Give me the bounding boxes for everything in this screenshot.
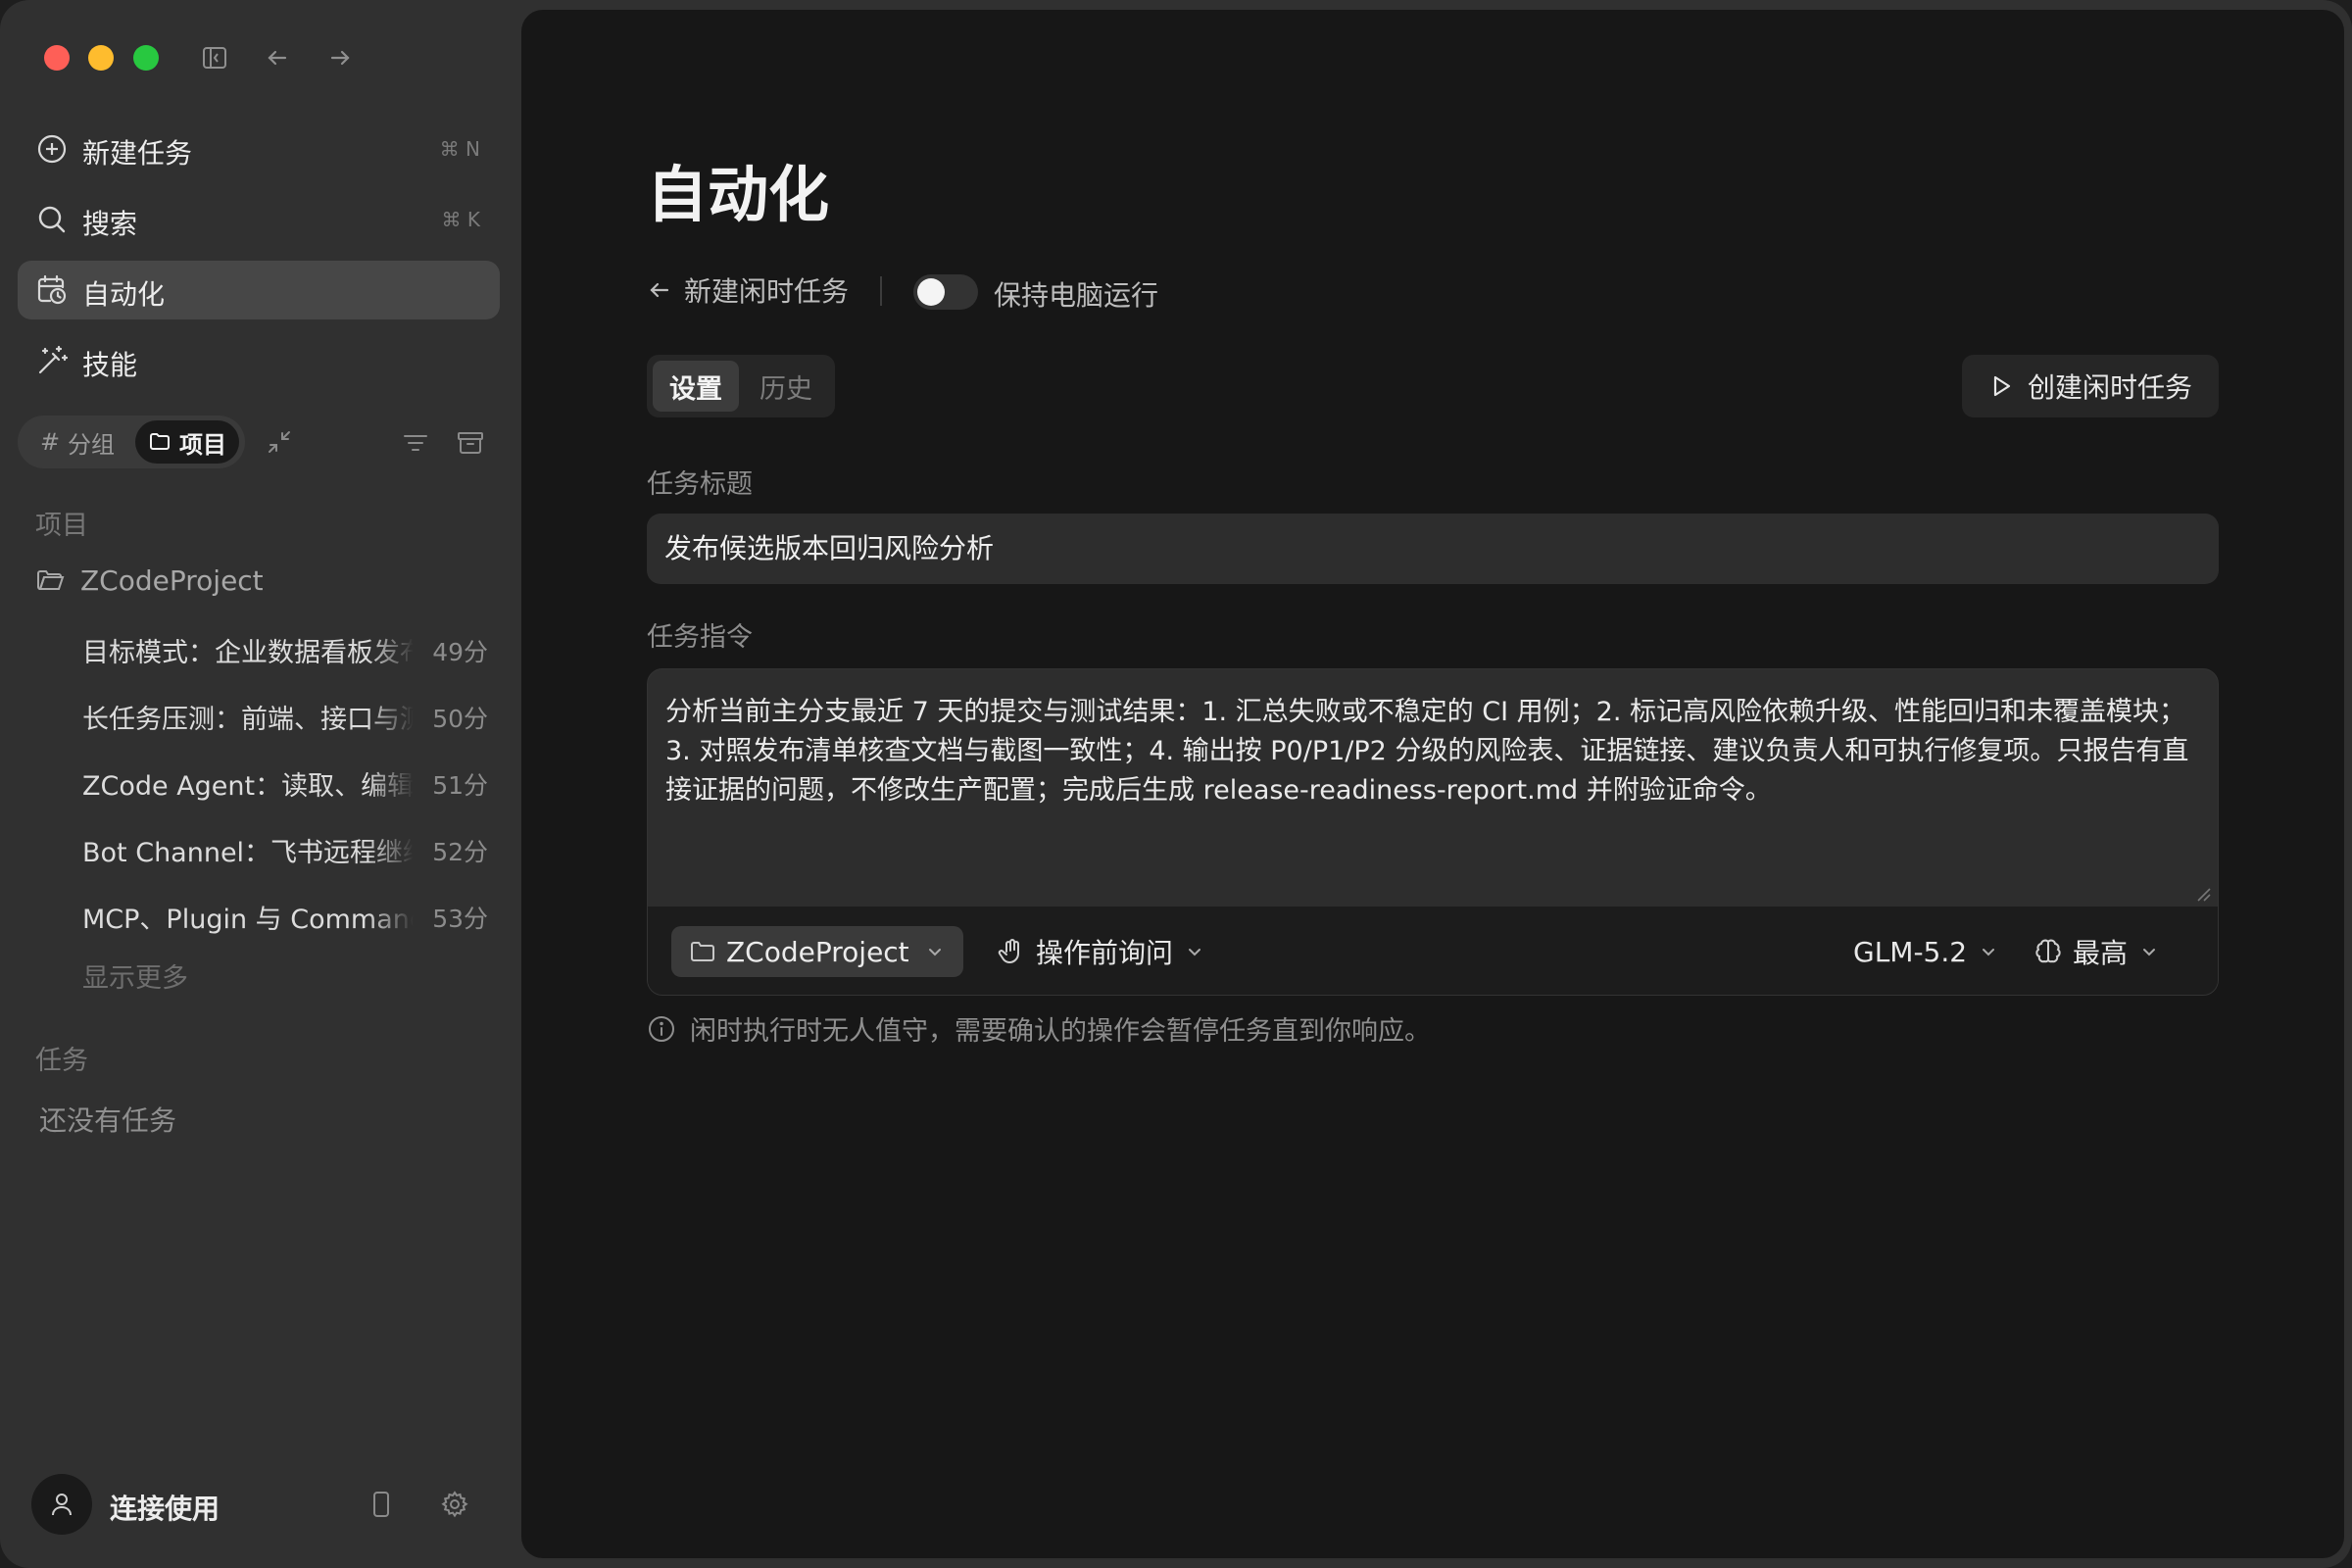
nav-label: 搜索: [82, 208, 138, 240]
minimize-window-button[interactable]: [88, 45, 114, 71]
user-label[interactable]: 连接使用: [110, 1488, 220, 1527]
plus-circle-icon: [37, 134, 67, 164]
effort-select[interactable]: 最高: [2034, 926, 2159, 977]
list-item-age: 53分: [432, 905, 488, 933]
instruction-label: 任务指令: [647, 622, 753, 653]
list-item[interactable]: MCP、Plugin 与 Command 集成 53分: [82, 898, 492, 937]
tab-settings[interactable]: 设置: [653, 361, 739, 412]
permission-select[interactable]: 操作前询问: [997, 926, 1204, 977]
keep-awake-label: 保持电脑运行: [994, 279, 1159, 312]
folder-name: ZCodeProject: [80, 564, 264, 597]
project-select[interactable]: ZCodeProject: [671, 926, 963, 977]
list-item-age: 51分: [432, 771, 488, 800]
list-item-age: 50分: [432, 705, 488, 733]
sidebar: 新建任务 ⌘ N 搜索 ⌘ K 自动化 技能 # 分组 项目 项目 ZCodeP…: [0, 0, 519, 1568]
list-item-title: Bot Channel：飞书远程继续会话: [82, 838, 414, 868]
toggle-knob: [917, 278, 945, 306]
chevron-down-icon: [1189, 949, 1201, 956]
brain-icon: [2035, 939, 2061, 963]
chevron-down-icon: [1983, 949, 1995, 956]
page-title: 自动化: [647, 159, 830, 230]
view-segmented-control: # 分组 项目: [18, 416, 245, 468]
create-idle-task-button[interactable]: 创建闲时任务: [1962, 355, 2219, 417]
project-select-value: ZCodeProject: [726, 935, 909, 968]
list-item-age: 49分: [432, 638, 488, 666]
search-icon: [38, 206, 66, 233]
user-icon: [52, 1494, 72, 1516]
effort-select-value: 最高: [2073, 937, 2129, 969]
app-window: 新建任务 ⌘ N 搜索 ⌘ K 自动化 技能 # 分组 项目 项目 ZCodeP…: [0, 0, 2352, 1568]
list-item-title: 目标模式：企业数据看板发布: [82, 638, 414, 668]
back-link-label: 新建闲时任务: [684, 275, 850, 308]
project-folder[interactable]: ZCodeProject: [35, 561, 264, 600]
model-select[interactable]: GLM-5.2: [1853, 926, 1998, 977]
resize-grip-icon[interactable]: [2192, 883, 2212, 903]
folder-open-icon: [37, 570, 65, 591]
instruction-textarea[interactable]: 分析当前主分支最近 7 天的提交与测试结果：1. 汇总失败或不稳定的 CI 用例…: [648, 669, 2218, 906]
chevron-down-icon: [928, 949, 941, 956]
nav-new-task[interactable]: 新建任务 ⌘ N: [18, 120, 500, 178]
segment-group-label: 分组: [68, 430, 116, 459]
back-arrow-icon: [650, 282, 669, 298]
task-title-input[interactable]: 发布候选版本回归风险分析: [647, 514, 2219, 584]
keep-awake-toggle[interactable]: [913, 274, 978, 310]
tasks-empty-text: 还没有任务: [39, 1104, 177, 1137]
zoom-window-button[interactable]: [133, 45, 159, 71]
forward-arrow-icon[interactable]: [323, 41, 357, 74]
back-arrow-icon[interactable]: [261, 41, 294, 74]
tab-bar: 设置 历史: [647, 355, 835, 417]
calendar-clock-icon: [37, 274, 67, 305]
permission-select-value: 操作前询问: [1036, 937, 1174, 969]
collapse-icon[interactable]: [265, 427, 294, 457]
list-item-title: ZCode Agent：读取、编辑与运行: [82, 771, 414, 802]
info-icon: [649, 1015, 674, 1042]
list-item[interactable]: 长任务压测：前端、接口与测试 50分: [82, 698, 492, 737]
list-item-title: MCP、Plugin 与 Command 集成: [82, 905, 414, 935]
note-text: 闲时执行时无人值守，需要确认的操作会暂停任务直到你响应。: [690, 1016, 1431, 1047]
instruction-toolbar: ZCodeProject 操作前询问 GLM-5.2 最高: [648, 906, 2218, 995]
segment-project-label: 项目: [179, 430, 226, 459]
segment-project[interactable]: 项目: [135, 420, 239, 464]
nav-search[interactable]: 搜索 ⌘ K: [18, 190, 500, 249]
model-select-value: GLM-5.2: [1853, 935, 1968, 968]
nav-skills[interactable]: 技能: [18, 331, 500, 390]
hash-icon: #: [39, 428, 61, 456]
nav-label: 技能: [82, 349, 138, 381]
nav-automation[interactable]: 自动化: [18, 261, 500, 319]
archive-icon[interactable]: [456, 428, 485, 458]
tab-history[interactable]: 历史: [743, 361, 829, 412]
gear-icon[interactable]: [440, 1490, 469, 1519]
show-more-link[interactable]: 显示更多: [82, 956, 188, 995]
list-item[interactable]: ZCode Agent：读取、编辑与运行 51分: [82, 764, 492, 804]
folder-icon: [691, 942, 714, 961]
main-panel: 自动化 新建闲时任务 保持电脑运行 设置 历史 创建闲时任务 任务标题 发布候选…: [521, 10, 2344, 1558]
hand-icon: [998, 939, 1019, 963]
projects-heading: 项目: [35, 511, 88, 541]
shortcut-hint: ⌘ N: [439, 137, 480, 161]
play-icon: [1993, 375, 2011, 397]
sidebar-toggle-icon[interactable]: [198, 41, 231, 74]
nav-label: 新建任务: [82, 137, 193, 170]
avatar[interactable]: [31, 1474, 92, 1535]
magic-wand-icon: [38, 345, 69, 374]
list-item[interactable]: 目标模式：企业数据看板发布 49分: [82, 631, 492, 670]
list-item-age: 52分: [432, 838, 488, 866]
tasks-heading: 任务: [35, 1046, 88, 1076]
shortcut-hint: ⌘ K: [441, 208, 480, 231]
divider: [880, 276, 882, 306]
filter-icon[interactable]: [401, 428, 430, 458]
list-item-title: 长任务压测：前端、接口与测试: [82, 705, 414, 735]
back-to-new-idle-task[interactable]: 新建闲时任务: [647, 270, 849, 310]
segment-group[interactable]: # 分组: [24, 420, 131, 464]
create-button-label: 创建闲时任务: [2027, 371, 2192, 404]
instruction-box: 分析当前主分支最近 7 天的提交与测试结果：1. 汇总失败或不稳定的 CI 用例…: [647, 668, 2219, 996]
chevron-down-icon: [2143, 949, 2156, 956]
phone-icon[interactable]: [367, 1490, 396, 1519]
nav-label: 自动化: [82, 278, 166, 311]
close-window-button[interactable]: [44, 45, 70, 71]
list-item[interactable]: Bot Channel：飞书远程继续会话 52分: [82, 831, 492, 870]
unattended-note: 闲时执行时无人值守，需要确认的操作会暂停任务直到你响应。: [647, 1009, 1431, 1048]
task-title-label: 任务标题: [647, 469, 753, 500]
folder-icon: [150, 433, 170, 450]
